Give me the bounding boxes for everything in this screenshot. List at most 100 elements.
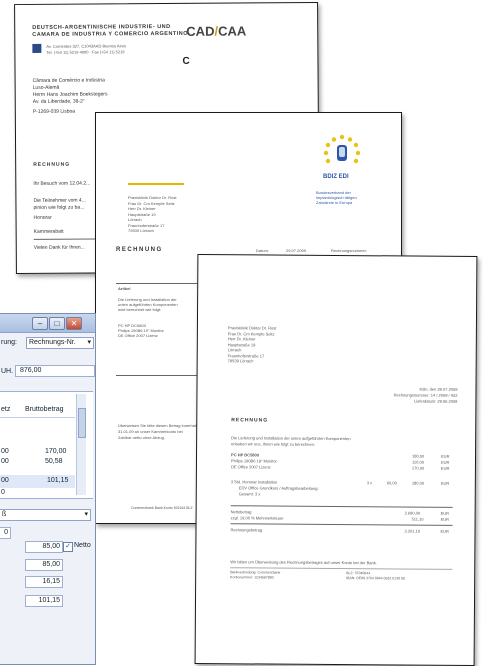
payment-note-1: Überweisen Sie bitte diesen Betrag inner…	[118, 423, 199, 428]
gross-divider	[230, 523, 453, 526]
letter-body-line2: Die Teilnehmer vom 4...	[33, 197, 86, 204]
detail-field-partial[interactable]: 0	[0, 527, 11, 539]
vat-value: 511,10	[411, 516, 424, 522]
recipient-line4: Av. da Liberdade, 38-2°	[32, 98, 85, 105]
window-titlebar: – □ ✕	[0, 314, 95, 333]
footer-iban: IBAN: DE89 3704 0044 0532 0130 00	[346, 576, 405, 581]
recipient-line: 79539 Lörrach	[227, 358, 254, 364]
letter-header-line2: CAMARA DE INDUSTRIA Y COMERCIO ARGENTINO…	[32, 30, 191, 38]
footer-account: Kontonummer: 1234567890	[230, 575, 274, 580]
uh-label: UH.	[1, 368, 14, 375]
article-text-3: wird berechnet wie folgt:	[118, 307, 162, 312]
net-value: 2.690,00	[404, 510, 421, 516]
scrollbar-thumb[interactable]	[78, 408, 86, 438]
letter-divider	[33, 238, 96, 240]
search-field-select[interactable]: Rechnungs-Nr. ▾	[26, 337, 94, 349]
delivery-date: Lieferdatum: 29.06.2009	[414, 398, 458, 404]
total-divider	[116, 375, 198, 376]
row-vat[interactable]: 00	[1, 458, 9, 465]
invoice-intro-2: erlauben wir uns, Ihnen wie folgt zu ber…	[231, 441, 315, 447]
letter-section-title: RECHNUNG	[33, 161, 71, 168]
payment-note: Wir bitten um Überweisung des Rechnungsb…	[230, 559, 377, 566]
net-label: Nettobetrag	[230, 509, 252, 515]
column-header-vat: etz	[1, 406, 11, 413]
line-item-desc: DE Office 2007 Lizenz	[230, 464, 271, 470]
footer-divider	[230, 567, 453, 570]
minimize-button[interactable]: –	[32, 317, 48, 330]
logo-stripe	[128, 183, 184, 185]
row-vat[interactable]: 0	[1, 489, 5, 496]
gross-value: 3.201,10	[404, 528, 421, 534]
article-divider	[116, 283, 198, 284]
line-item-amount: 180,00	[412, 453, 425, 459]
bank-footer: Commerzbank Bank Konto 501164 BLZ	[131, 506, 193, 510]
vat-amount-field[interactable]: 16,15	[25, 576, 63, 588]
letter-body-line1: Ihr Besuch vom 12.04.2...	[33, 180, 91, 187]
line-item-desc: Philips 190B6 19" Monitor	[230, 458, 277, 464]
amount-field[interactable]: 85,00	[25, 559, 63, 571]
recipient-line5: P-1269-039 Lisboa	[32, 108, 76, 115]
gross-label: Rechnungsbetrag	[230, 527, 263, 533]
row-gross[interactable]: 50,58	[45, 458, 63, 465]
gross-amount-field[interactable]: 101,15	[25, 595, 63, 607]
line-item-currency: EUR	[441, 453, 450, 459]
letter-c-mark: C	[182, 55, 190, 67]
recipient-line2: Luso-Alemã	[32, 84, 60, 91]
date-value: 29.07.2009	[286, 248, 307, 253]
recipient-line: Praxisklinik Doktor Dr. Rost	[128, 195, 177, 200]
letter-footer-text: Vielen Dank für Ihren...	[33, 244, 85, 251]
line-item-currency: EUR	[440, 459, 450, 465]
row-gross[interactable]: 170,00	[45, 448, 66, 455]
column-header-gross: Bruttobetrag	[25, 406, 64, 413]
invoice-title: RECHNUNG	[116, 247, 163, 253]
invoice-app-window: – □ ✕ rung: Rechnungs-Nr. ▾ UH. 876,00 et…	[0, 313, 96, 665]
row-vat[interactable]: 00	[1, 477, 9, 484]
invoice-number-label: Rechnungsnummer:	[331, 248, 368, 253]
table-scrollbar[interactable]	[76, 394, 86, 495]
service-line-1: 3 Std. Honorar Installation	[230, 479, 278, 485]
gross-currency: EUR	[440, 528, 449, 534]
service-rate: 60,00	[386, 480, 397, 486]
invoice-date: Köln, den 29.07.2009	[419, 386, 458, 392]
line-item-currency: EUR	[440, 465, 450, 471]
bdiz-logo-text: BDIZ EDI	[323, 174, 349, 180]
article-header: Artikel	[118, 286, 131, 291]
blue-square-icon	[32, 43, 42, 53]
service-currency: EUR	[440, 480, 450, 486]
detail-select[interactable]: ß ▾	[0, 509, 91, 521]
header-divider	[0, 417, 75, 418]
search-field-label: rung:	[1, 339, 17, 346]
recipient-block: Praxisklinik Doktor Dr. Rost Frau Dr. Cm…	[128, 195, 176, 234]
service-quantity: 3 x	[366, 480, 373, 486]
service-line-3: Gesamt: 3 x	[238, 491, 261, 497]
bdiz-logo-icon	[321, 133, 363, 175]
row-gross[interactable]: 101,15	[47, 477, 68, 484]
row-vat[interactable]: 00	[1, 448, 9, 455]
recipient-line1: Câmara de Comércio e Indústria	[32, 77, 105, 84]
uh-value-field[interactable]: 876,00	[15, 365, 95, 377]
netto-checkbox[interactable]: ✓	[63, 542, 73, 552]
dropdown-arrow-icon: ▾	[87, 339, 91, 346]
items-table: etz Bruttobetrag 00 170,00 00 50,58 00 1…	[0, 391, 93, 499]
invoice-page-front: Praxisklinik Doktor Dr. Rost Frau Dr. Cm…	[194, 254, 478, 666]
invoice-title: RECHNUNG	[231, 417, 269, 424]
payment-note-3: Zahlbar netto ohne Abzug.	[118, 435, 165, 440]
close-button[interactable]: ✕	[66, 317, 82, 330]
product-line-3: DE Office 2007 Lizenz	[118, 333, 158, 338]
sender-line3: Zahnärzte in Europa	[316, 200, 353, 205]
date-label: Datum:	[256, 248, 269, 253]
line-item-amount: 170,00	[411, 465, 425, 471]
netto-label: Netto	[74, 542, 91, 549]
recipient-block: Praxisklinik Doktor Dr. Rost Frau Dr. Cm…	[228, 325, 277, 364]
letter-item-honorar: Honorar	[33, 214, 52, 221]
recipient-line3: Herrn Hans Joachim Boekstegers	[32, 91, 108, 98]
letter-address-line2: Tel. (+54 11) 5219 4000 · Fax (+54 11) 5…	[46, 49, 125, 55]
totals-divider	[230, 505, 453, 508]
payment-note-2: 31.01.09 an unser Kammerkonto bei	[118, 429, 183, 434]
vat-label: zzgl. 19,00 % Mehrwertsteuer	[230, 515, 284, 521]
maximize-button[interactable]: □	[49, 317, 65, 330]
letter-item-kammerrabatt: Kammerabatt	[33, 228, 64, 235]
invoice-number: Rechnungsnummer: 14 / 2009 / 002	[393, 392, 458, 398]
line-item-desc: PC HP DC5800	[231, 452, 260, 458]
net-value-field[interactable]: 85,00	[25, 541, 63, 553]
